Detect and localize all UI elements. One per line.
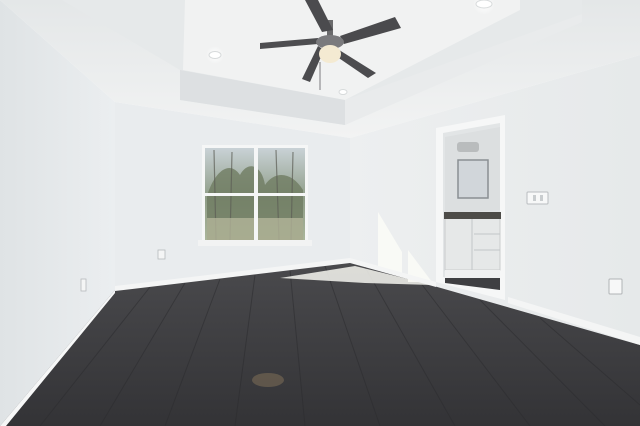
recessed-light: [338, 89, 348, 95]
double-window: [198, 145, 312, 246]
fan-light: [319, 45, 341, 63]
wall-art: [457, 159, 489, 199]
switch-toggle: [533, 195, 536, 201]
recessed-light: [208, 51, 222, 59]
wall-outlet: [80, 278, 87, 292]
floor-stain: [252, 373, 284, 387]
bathroom-doorway[interactable]: [436, 115, 505, 300]
wall-outlet: [608, 278, 623, 295]
light-switch[interactable]: [526, 191, 549, 205]
recessed-light: [475, 0, 493, 9]
vanity-light: [457, 142, 479, 152]
vanity-countertop: [444, 212, 501, 219]
wall-outlet: [157, 249, 166, 260]
switch-toggle: [540, 195, 543, 201]
room-scene: [0, 0, 640, 426]
